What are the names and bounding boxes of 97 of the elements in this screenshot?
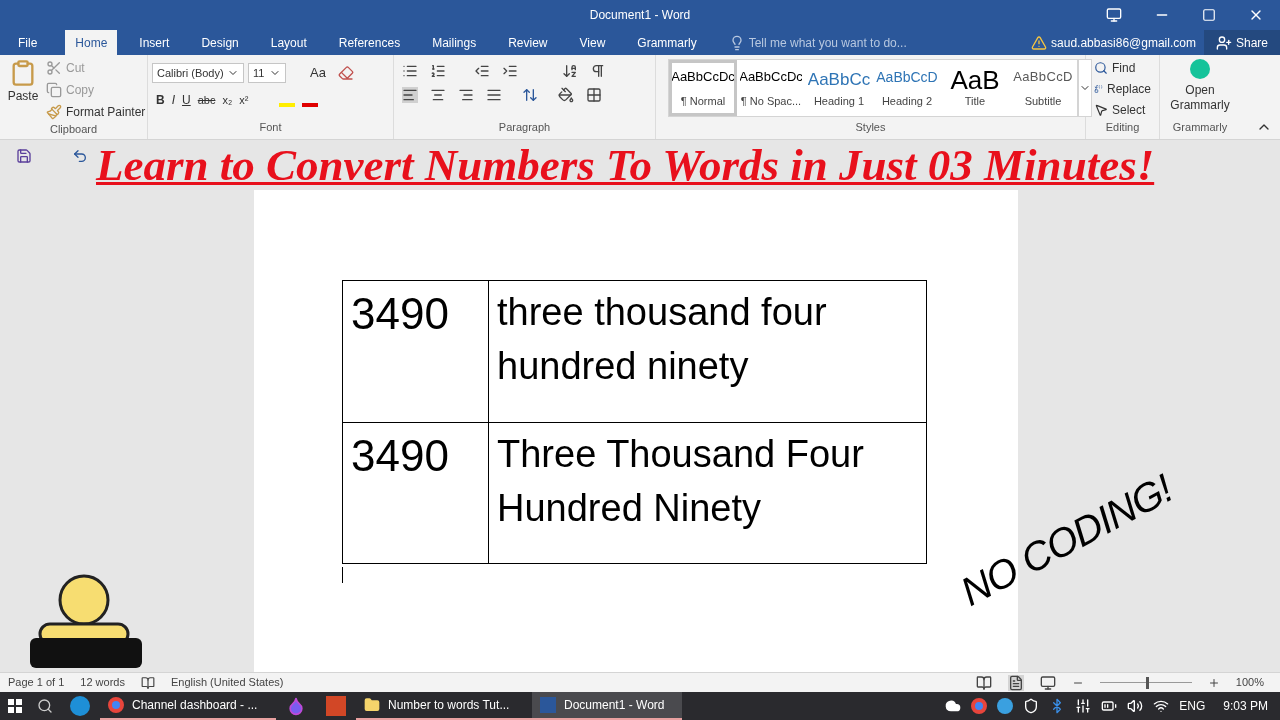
save-icon[interactable] [16,148,32,164]
ribbon-display-icon[interactable] [1106,7,1122,23]
copy-icon [46,82,62,98]
numbered-list-icon[interactable] [430,63,446,79]
text-cursor [342,567,343,583]
restore-icon[interactable] [1202,8,1216,22]
cloud-icon[interactable] [945,698,962,714]
pilcrow-icon[interactable] [590,63,606,79]
italic-button[interactable]: I [171,91,175,109]
word-count: 12 words [80,675,125,691]
style-item[interactable]: AaBbCcDc ¶ Normal [669,60,737,116]
paintbrush-icon [46,104,62,120]
taskbar-app[interactable]: Document1 - Word [532,692,682,720]
print-layout-icon[interactable] [1007,674,1024,691]
select-button[interactable]: Select [1094,101,1151,119]
style-item[interactable]: AaBbCcDc ¶ No Spac... [737,60,805,116]
find-button[interactable]: Find [1094,59,1151,77]
font-name-field[interactable]: Calibri (Body) [152,63,244,83]
ribbon-tab[interactable]: Grammarly [627,30,707,55]
strikethrough-button[interactable]: abc [197,91,216,109]
open-grammarly-button[interactable]: Open Grammarly [1164,55,1236,113]
account-email[interactable]: saud.abbasi86@gmail.com [1051,33,1196,52]
window-title: Document1 - Word [589,7,691,24]
taskbar-app[interactable]: Channel dashboard - ... [100,692,276,720]
scissors-icon [46,60,62,76]
undo-icon[interactable] [72,148,88,164]
indent-icon[interactable] [502,63,518,79]
drop-icon[interactable] [286,696,306,716]
font-size-field[interactable]: 11 [248,63,286,83]
bold-button[interactable]: B [156,91,165,109]
add-person-icon [1215,34,1232,51]
words-cell-text: Three Thousand Four Hundred Ninety [497,432,865,531]
language-indicator[interactable]: English (United States) [170,674,284,691]
superscript-button[interactable]: x² [239,91,249,109]
group-label: Font [259,119,282,135]
zoom-in-icon[interactable] [1207,676,1220,689]
group-label: Paragraph [498,119,551,135]
ribbon-tab[interactable]: Home [65,30,118,55]
battery-icon[interactable] [1101,698,1118,714]
zoom-slider-thumb[interactable] [1145,676,1149,689]
number-cell: 3490 [351,289,449,338]
sliders-icon[interactable] [1075,698,1092,714]
search-icon [1094,61,1108,75]
style-item[interactable]: AaB Title [941,60,1009,116]
paint-bucket-icon[interactable] [558,87,574,103]
ribbon-tab[interactable]: File [8,30,48,55]
number-cell: 3490 [351,431,449,480]
paste-button[interactable]: Paste [8,59,38,121]
ribbon-tab[interactable]: Layout [260,30,317,55]
style-item[interactable]: AaBbCcD Subtitle [1009,60,1077,116]
read-mode-icon[interactable] [975,674,992,691]
shield-icon[interactable] [1023,698,1040,714]
ribbon-tab[interactable]: Review [498,30,558,55]
share-button[interactable]: Share [1203,30,1280,55]
sort-icon[interactable] [562,63,578,79]
zoom-slider[interactable] [1099,676,1192,689]
align-left-icon[interactable] [402,87,418,103]
outdent-icon[interactable] [474,63,490,79]
eraser-icon[interactable] [337,65,354,81]
ribbon-tab[interactable]: Insert [129,30,180,55]
clock[interactable]: 9:03 PM [1223,697,1268,715]
volume-icon[interactable] [1127,698,1144,714]
page-count: Page 1 of 1 [8,675,65,691]
align-center-icon[interactable] [430,87,446,103]
group-label: Editing [1105,120,1140,135]
style-item[interactable]: AaBbCc Heading 1 [805,60,873,116]
zoom-percent: 100% [1235,675,1265,691]
warning-icon [1031,34,1048,51]
headline: Learn to Convert Numbers To Words in Just 03 Minutes! [96,140,1155,190]
pointer-icon [1094,103,1108,117]
words-cell-text: three thousand four hundred ninety [497,290,828,389]
group-label: Styles [855,119,886,135]
group-label: Clipboard [49,122,98,137]
ribbon-tab[interactable]: View [569,30,616,55]
borders-icon[interactable] [586,87,602,103]
grammarly-icon [1190,59,1210,79]
search-icon[interactable] [37,698,53,714]
web-layout-icon[interactable] [1039,674,1056,691]
case-button[interactable]: Aa [306,63,330,83]
align-right-icon[interactable] [458,87,474,103]
group-label: Grammarly [1172,119,1228,135]
justify-icon[interactable] [486,87,502,103]
ribbon-tab[interactable]: Design [191,30,249,55]
line-spacing-icon[interactable] [522,87,538,103]
tell-me-field[interactable]: Tell me what you want to do... [748,33,969,52]
underline-button[interactable]: U [182,91,191,109]
style-item[interactable]: AaBbCcD Heading 2 [873,60,941,116]
ribbon-tab[interactable]: Mailings [422,30,487,55]
bullet-list-icon[interactable] [402,63,418,79]
proofing-icon[interactable] [140,675,155,690]
format-painter-button[interactable]: Format Painter [46,103,146,121]
wifi-icon[interactable] [1153,698,1170,714]
replace-button[interactable]: Replace [1094,80,1151,98]
ribbon-tab[interactable]: References [328,30,411,55]
taskbar-app[interactable]: Number to words Tut... [356,692,532,720]
input-language[interactable]: ENG [1179,697,1206,715]
subscript-button[interactable]: x₂ [222,91,233,109]
